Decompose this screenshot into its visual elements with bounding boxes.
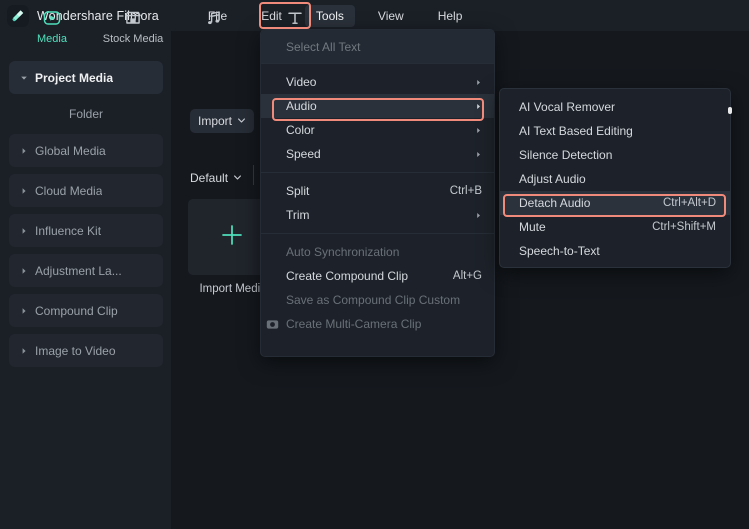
multicam-icon <box>266 318 279 331</box>
menu-item-adjust-audio[interactable]: Adjust Audio <box>500 167 730 191</box>
sidebar-item-compound-clip[interactable]: Compound Clip <box>9 294 163 327</box>
menu-item-label: Speech-to-Text <box>519 244 716 258</box>
menu-item-label: Audio <box>286 99 475 113</box>
menu-item-label: Speed <box>286 147 475 161</box>
menu-item-trim[interactable]: Trim <box>261 203 494 227</box>
project-tree: Project Media Folder Global Media Cloud … <box>0 61 172 529</box>
menu-item-label: Select All Text <box>286 40 360 54</box>
menu-item-label: Save as Compound Clip Custom <box>286 293 482 307</box>
import-button[interactable]: Import <box>190 109 254 133</box>
menu-item-video[interactable]: Video <box>261 70 494 94</box>
tab-stock-media[interactable]: Stock Media <box>107 6 159 45</box>
media-icon <box>42 6 62 30</box>
menu-item-auto-synchronization: Auto Synchronization <box>261 240 494 264</box>
menu-item-label: Create Compound Clip <box>286 269 453 283</box>
menu-item-shortcut: Ctrl+Alt+D <box>663 197 716 209</box>
chevron-down-icon <box>233 171 242 185</box>
menu-item-label: Auto Synchronization <box>286 245 482 259</box>
menu-item-speed[interactable]: Speed <box>261 142 494 166</box>
menu-item-label: Adjust Audio <box>519 172 716 186</box>
chevron-right-icon <box>17 347 31 355</box>
sidebar-item-label: Cloud Media <box>35 184 102 198</box>
menu-item-ai-text-based-editing[interactable]: AI Text Based Editing <box>500 119 730 143</box>
sidebar-item-label: Global Media <box>35 144 106 158</box>
menu-item-shortcut: Ctrl+Shift+M <box>652 221 716 233</box>
chevron-down-icon <box>237 114 246 128</box>
chevron-right-icon <box>17 267 31 275</box>
titles-text-icon <box>285 6 305 30</box>
sidebar-item-cloud-media[interactable]: Cloud Media <box>9 174 163 207</box>
sidebar-item-influence-kit[interactable]: Influence Kit <box>9 214 163 247</box>
menu-item-label: Detach Audio <box>519 196 663 210</box>
tab-media-label: Media <box>37 33 67 45</box>
menu-item-label: AI Text Based Editing <box>519 124 716 138</box>
menu-item-detach-audio[interactable]: Detach Audio Ctrl+Alt+D <box>500 191 730 215</box>
filmora-window: Wondershare Filmora File Edit Tools View… <box>0 0 749 529</box>
menu-item-audio[interactable]: Audio <box>261 94 494 118</box>
sidebar-item-project-media[interactable]: Project Media <box>9 61 163 94</box>
stock-media-icon <box>123 6 143 30</box>
chevron-down-icon <box>17 74 31 82</box>
audio-note-icon <box>204 6 224 30</box>
chevron-right-icon <box>475 75 482 89</box>
sort-dropdown[interactable]: Default <box>190 167 242 189</box>
menu-item-label: Silence Detection <box>519 148 716 162</box>
tools-dropdown-menu: Select All Text Video Audio Color Speed <box>260 29 495 357</box>
sidebar-item-adjustment-layer[interactable]: Adjustment La... <box>9 254 163 287</box>
menu-item-color[interactable]: Color <box>261 118 494 142</box>
menu-item-silence-detection[interactable]: Silence Detection <box>500 143 730 167</box>
toolbar-divider <box>253 165 254 185</box>
chevron-right-icon <box>475 99 482 113</box>
chevron-right-icon <box>475 208 482 222</box>
sidebar-item-label: Adjustment La... <box>35 264 122 278</box>
sidebar-item-label: Folder <box>69 107 103 121</box>
chevron-right-icon <box>17 147 31 155</box>
menu-item-label: Video <box>286 75 475 89</box>
sidebar-item-label: Image to Video <box>35 344 116 358</box>
menu-item-label: Split <box>286 184 450 198</box>
sidebar-item-image-to-video[interactable]: Image to Video <box>9 334 163 367</box>
sort-dropdown-label: Default <box>190 171 228 185</box>
chevron-right-icon <box>475 123 482 137</box>
sidebar-item-global-media[interactable]: Global Media <box>9 134 163 167</box>
menu-item-create-compound-clip[interactable]: Create Compound Clip Alt+G <box>261 264 494 288</box>
menu-item-select-all-text: Select All Text <box>261 30 494 63</box>
sidebar-item-label: Compound Clip <box>35 304 118 318</box>
sidebar-item-label: Project Media <box>35 71 113 85</box>
chevron-right-icon <box>17 187 31 195</box>
menu-item-label: Mute <box>519 220 652 234</box>
sidebar-item-folder[interactable]: Folder <box>9 101 163 127</box>
chevron-right-icon <box>17 307 31 315</box>
sidebar-item-label: Influence Kit <box>35 224 101 238</box>
chevron-right-icon <box>475 147 482 161</box>
tab-media[interactable]: Media <box>26 6 78 45</box>
menu-item-label: AI Vocal Remover <box>519 100 716 114</box>
audio-submenu: AI Vocal Remover AI Text Based Editing S… <box>499 88 731 268</box>
menu-item-ai-vocal-remover[interactable]: AI Vocal Remover <box>500 95 730 119</box>
menu-item-shortcut: Alt+G <box>453 270 482 282</box>
menu-item-label: Create Multi-Camera Clip <box>286 317 482 331</box>
scrollbar-thumb[interactable] <box>728 107 732 114</box>
menu-item-label: Color <box>286 123 475 137</box>
menu-item-shortcut: Ctrl+B <box>450 185 482 197</box>
plus-icon <box>219 222 245 253</box>
menu-item-mute[interactable]: Mute Ctrl+Shift+M <box>500 215 730 239</box>
menu-item-create-multi-camera-clip: Create Multi-Camera Clip <box>261 312 494 336</box>
import-button-label: Import <box>198 114 232 128</box>
tab-stock-media-label: Stock Media <box>103 33 164 45</box>
menu-item-split[interactable]: Split Ctrl+B <box>261 179 494 203</box>
menu-item-save-as-compound-clip-custom: Save as Compound Clip Custom <box>261 288 494 312</box>
chevron-right-icon <box>17 227 31 235</box>
menu-item-label: Trim <box>286 208 475 222</box>
menu-item-speech-to-text[interactable]: Speech-to-Text <box>500 239 730 263</box>
